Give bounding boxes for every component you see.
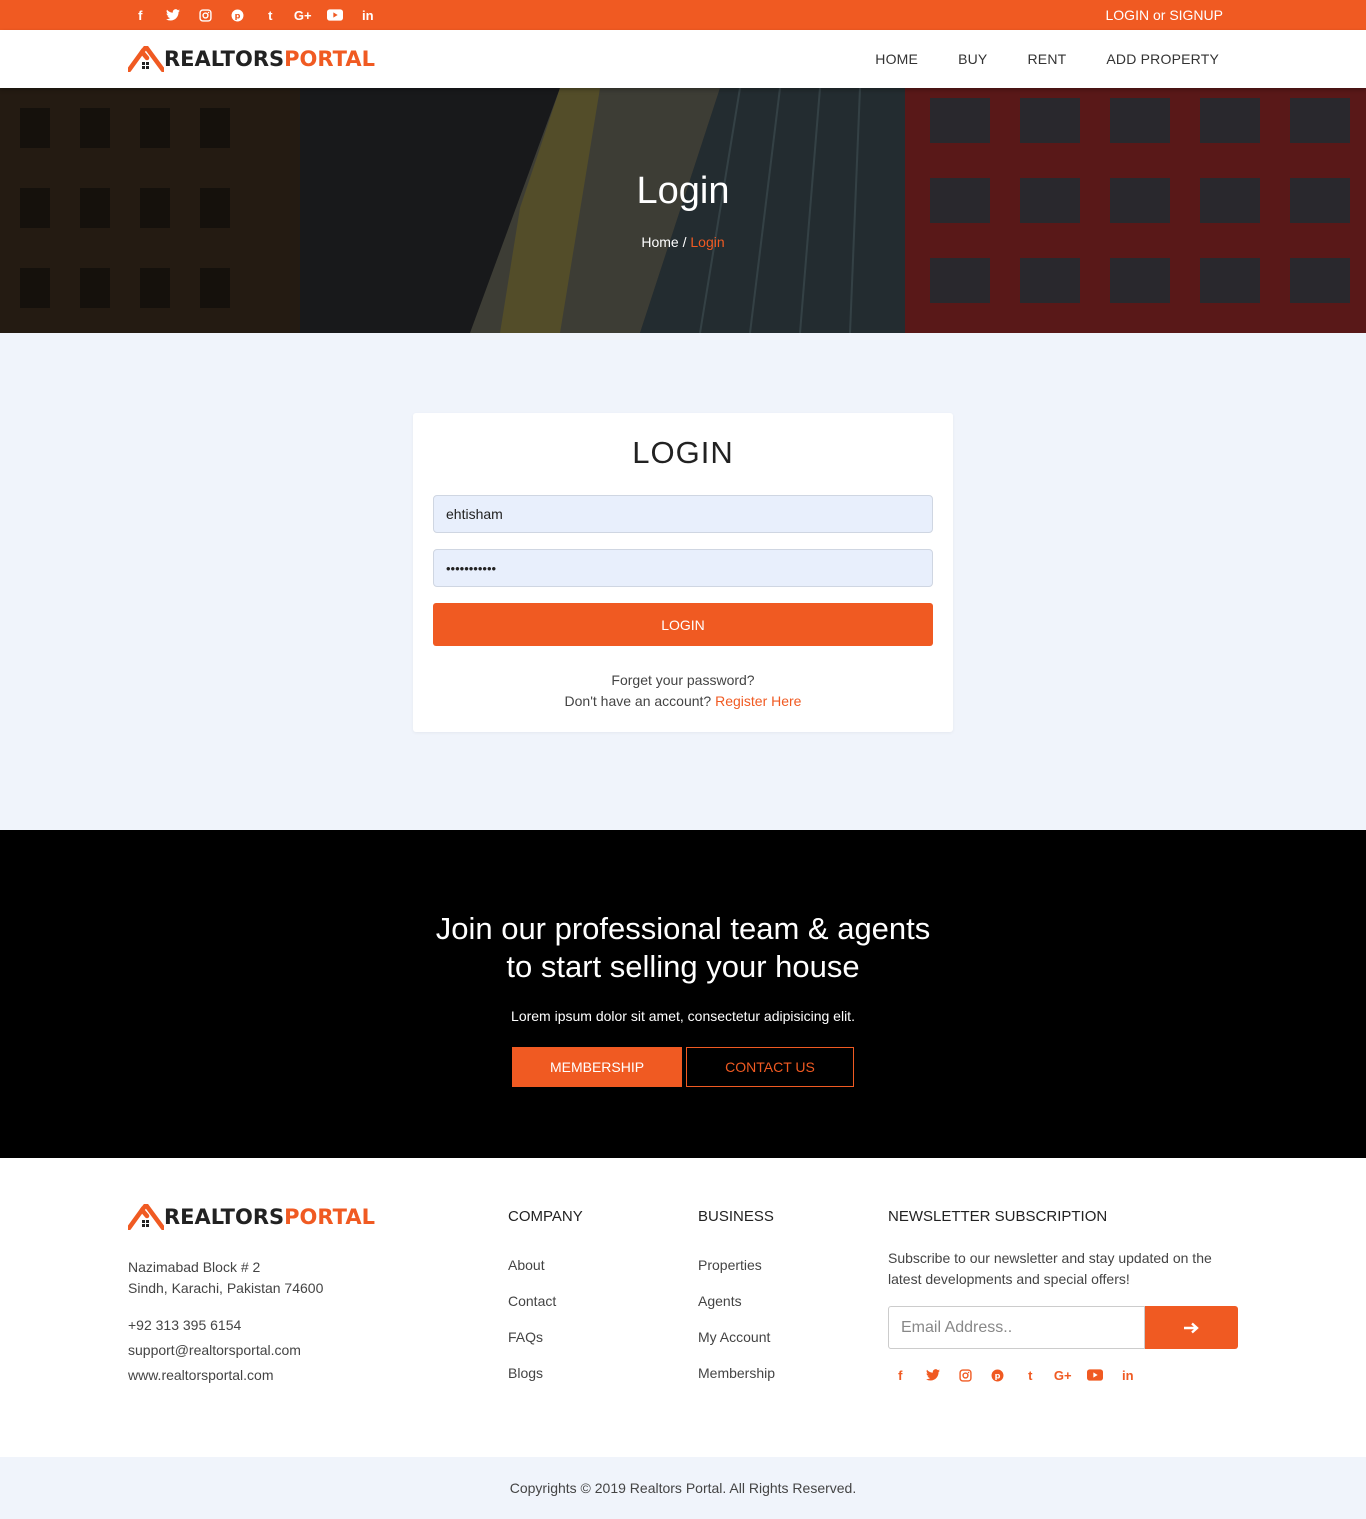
breadcrumb-home[interactable]: Home — [641, 234, 678, 250]
main-header: REALTORSPORTAL HOME BUY RENT ADD PROPERT… — [0, 30, 1366, 88]
signup-link[interactable]: SIGNUP — [1169, 7, 1223, 23]
login-link[interactable]: LOGIN — [1106, 7, 1150, 23]
footer-link-membership[interactable]: Membership — [698, 1365, 775, 1381]
forgot-password-link[interactable]: Forget your password? — [413, 672, 953, 688]
logo-text-part2: PORTAL — [284, 1205, 375, 1229]
cta-heading: Join our professional team & agents to s… — [0, 910, 1366, 986]
main-nav: HOME BUY RENT ADD PROPERTY — [835, 30, 1219, 88]
pinterest-icon[interactable]: p — [982, 1363, 1015, 1387]
copyright-text: Copyrights © 2019 Realtors Portal. All R… — [509, 1480, 857, 1496]
login-heading: LOGIN — [632, 435, 734, 470]
footer-link-my-account[interactable]: My Account — [698, 1329, 770, 1345]
breadcrumb-separator: / — [682, 234, 687, 250]
login-submit-button[interactable]: LOGIN — [433, 603, 933, 646]
page-title: Login — [636, 170, 730, 212]
register-link[interactable]: Register Here — [715, 693, 801, 709]
newsletter-submit-button[interactable] — [1145, 1306, 1238, 1349]
website-url[interactable]: www.realtorsportal.com — [128, 1367, 274, 1383]
username-input[interactable]: ehtisham — [433, 495, 933, 533]
svg-text:p: p — [995, 1370, 1001, 1380]
nav-rent[interactable]: RENT — [1027, 51, 1066, 67]
page-hero-banner: Login Home / Login — [0, 88, 1366, 333]
business-heading: BUSINESS — [698, 1208, 774, 1225]
house-logo-icon — [126, 1201, 166, 1231]
newsletter-heading: NEWSLETTER SUBSCRIPTION — [888, 1208, 1108, 1225]
arrow-right-icon — [1183, 1322, 1199, 1333]
cta-heading-line1: Join our professional team & agents — [435, 911, 931, 946]
footer-link-agents[interactable]: Agents — [698, 1293, 742, 1309]
google-plus-icon[interactable]: G+ — [1047, 1363, 1080, 1387]
pinterest-icon[interactable]: p — [222, 0, 255, 30]
svg-text:p: p — [235, 10, 241, 20]
address-line-2: Sindh, Karachi, Pakistan 74600 — [128, 1280, 324, 1296]
newsletter-text: Subscribe to our newsletter and stay upd… — [888, 1250, 1212, 1287]
youtube-icon[interactable] — [319, 0, 352, 30]
site-logo[interactable]: REALTORSPORTAL — [126, 43, 375, 73]
footer-logo[interactable]: REALTORSPORTAL — [126, 1201, 375, 1231]
tumblr-icon[interactable]: t — [254, 0, 287, 30]
footer-link-contact[interactable]: Contact — [508, 1293, 556, 1309]
footer-social-links: f p t G+ in — [884, 1363, 1144, 1387]
register-prompt: Don't have an account? Register Here — [413, 693, 953, 709]
contact-us-button[interactable]: CONTACT US — [686, 1047, 854, 1087]
nav-add-property[interactable]: ADD PROPERTY — [1106, 51, 1219, 67]
agents-cta-section: Join our professional team & agents to s… — [0, 830, 1366, 1158]
no-account-text: Don't have an account? — [564, 693, 712, 709]
facebook-icon[interactable]: f — [884, 1363, 917, 1387]
auth-links: LOGIN or SIGNUP — [1106, 7, 1224, 23]
cta-heading-line2: to start selling your house — [506, 949, 860, 984]
membership-button[interactable]: MEMBERSHIP — [512, 1047, 682, 1087]
breadcrumb-current: Login — [690, 234, 725, 250]
login-section: LOGIN ehtisham ••••••••••• LOGIN Forget … — [0, 333, 1366, 830]
footer-link-about[interactable]: About — [508, 1257, 545, 1273]
twitter-icon[interactable] — [157, 0, 190, 30]
twitter-icon[interactable] — [917, 1363, 950, 1387]
instagram-icon[interactable] — [189, 0, 222, 30]
logo-text: REALTORSPORTAL — [164, 1205, 375, 1229]
footer-link-faqs[interactable]: FAQs — [508, 1329, 543, 1345]
linkedin-icon[interactable]: in — [1112, 1363, 1145, 1387]
logo-text: REALTORSPORTAL — [164, 47, 375, 71]
logo-text-part1: REALTORS — [164, 1205, 285, 1229]
tumblr-icon[interactable]: t — [1014, 1363, 1047, 1387]
copyright-bar: Copyrights © 2019 Realtors Portal. All R… — [0, 1457, 1366, 1519]
footer-link-properties[interactable]: Properties — [698, 1257, 762, 1273]
breadcrumb: Home / Login — [0, 234, 1366, 250]
support-email[interactable]: support@realtorsportal.com — [128, 1342, 301, 1358]
login-card: LOGIN ehtisham ••••••••••• LOGIN Forget … — [413, 413, 953, 732]
google-plus-icon[interactable]: G+ — [287, 0, 320, 30]
logo-text-part2: PORTAL — [284, 47, 375, 71]
linkedin-icon[interactable]: in — [352, 0, 385, 30]
top-bar: f p t G+ in LOGIN or SIGNUP — [0, 0, 1366, 30]
cta-text: Lorem ipsum dolor sit amet, consectetur … — [511, 1008, 855, 1024]
nav-home[interactable]: HOME — [875, 51, 918, 67]
instagram-icon[interactable] — [949, 1363, 982, 1387]
phone-number[interactable]: +92 313 395 6154 — [128, 1317, 241, 1333]
logo-text-part1: REALTORS — [164, 47, 285, 71]
or-text: or — [1152, 7, 1166, 23]
nav-buy[interactable]: BUY — [958, 51, 987, 67]
house-logo-icon — [126, 43, 166, 73]
top-social-links: f p t G+ in — [124, 0, 384, 30]
footer-link-blogs[interactable]: Blogs — [508, 1365, 543, 1381]
newsletter-email-input[interactable]: Email Address.. — [888, 1306, 1145, 1349]
youtube-icon[interactable] — [1079, 1363, 1112, 1387]
password-input[interactable]: ••••••••••• — [433, 549, 933, 587]
site-footer: REALTORSPORTAL Nazimabad Block # 2 Sindh… — [0, 1158, 1366, 1457]
company-heading: COMPANY — [508, 1208, 583, 1225]
address-line-1: Nazimabad Block # 2 — [128, 1259, 261, 1275]
facebook-icon[interactable]: f — [124, 0, 157, 30]
